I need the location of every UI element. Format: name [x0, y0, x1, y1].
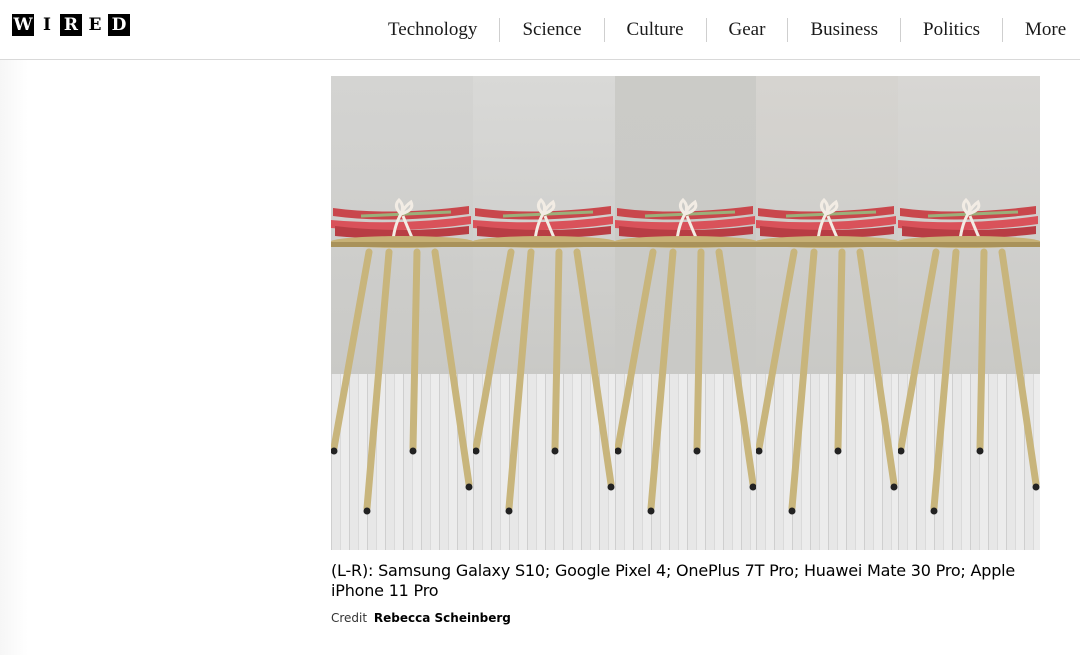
photo-credit: Credit Rebecca Scheinberg [331, 611, 511, 625]
stool-leg [998, 248, 1040, 488]
leg-foot [1032, 483, 1040, 491]
credit-label: Credit [331, 611, 368, 625]
nav-item-culture[interactable]: Culture [603, 17, 706, 42]
stool-leg [551, 248, 563, 452]
stool-leg [409, 248, 421, 452]
stool-leg [788, 248, 818, 512]
nav-item-business[interactable]: Business [787, 17, 900, 42]
nav-item-technology[interactable]: Technology [366, 18, 499, 42]
leg-foot [976, 447, 984, 455]
leg-foot [363, 507, 371, 515]
stool-illustration [331, 197, 473, 515]
logo-letter: E [84, 14, 106, 36]
stool-leg [930, 248, 960, 512]
wired-logo[interactable]: W I R E D [12, 14, 130, 36]
stool-illustration [756, 197, 899, 515]
stool-leg [834, 248, 846, 452]
photo-caption: (L-R): Samsung Galaxy S10; Google Pixel … [331, 561, 1016, 600]
logo-letter: D [108, 14, 130, 36]
stool-leg [856, 248, 898, 488]
stool-leg [431, 248, 473, 488]
stool-illustration [614, 197, 757, 515]
main-nav: Technology Science Culture Gear Business… [366, 0, 1080, 59]
nav-item-gear[interactable]: Gear [705, 17, 788, 42]
stool-leg [647, 248, 677, 512]
stool-leg [693, 248, 705, 452]
stool-illustration [898, 197, 1040, 515]
logo-letter: R [60, 14, 82, 36]
leg-foot [607, 483, 615, 491]
stool-leg [573, 248, 615, 488]
stool-leg [976, 248, 988, 452]
photo-panel-samsung [331, 76, 473, 550]
leg-foot [551, 447, 559, 455]
stool-leg [715, 248, 757, 488]
logo-letter: I [36, 14, 58, 36]
photo-panel-oneplus [614, 76, 757, 550]
photo-panel-pixel [472, 76, 615, 550]
site-header: W I R E D Technology Science Culture Gea… [0, 0, 1080, 60]
leg-foot [693, 447, 701, 455]
credit-name[interactable]: Rebecca Scheinberg [374, 611, 511, 625]
stool-leg [363, 248, 393, 512]
leg-foot [409, 447, 417, 455]
photo-panel-iphone [898, 76, 1040, 550]
leg-foot [465, 483, 473, 491]
logo-letter: W [12, 14, 34, 36]
tabletop-edge [472, 242, 615, 247]
stool-leg [614, 248, 657, 452]
leg-foot [647, 507, 655, 515]
tabletop-edge [614, 242, 757, 247]
photo-panel-huawei [756, 76, 899, 550]
leg-foot [890, 483, 898, 491]
page-gutter [0, 60, 28, 655]
leg-foot [788, 507, 796, 515]
tabletop-edge [756, 242, 899, 247]
comparison-photo[interactable] [331, 76, 1040, 550]
tabletop-edge [898, 242, 1040, 247]
nav-item-politics[interactable]: Politics [900, 17, 1002, 42]
stool-leg [898, 248, 940, 452]
stool-leg [331, 248, 373, 452]
stool-leg [756, 248, 798, 452]
leg-foot [834, 447, 842, 455]
stool-illustration [472, 197, 615, 515]
stool-leg [505, 248, 535, 512]
nav-item-more[interactable]: More [1002, 17, 1080, 42]
tabletop-edge [331, 242, 473, 247]
stool-leg [472, 248, 515, 452]
leg-foot [505, 507, 513, 515]
leg-foot [749, 483, 757, 491]
leg-foot [930, 507, 938, 515]
nav-item-science[interactable]: Science [499, 17, 603, 42]
